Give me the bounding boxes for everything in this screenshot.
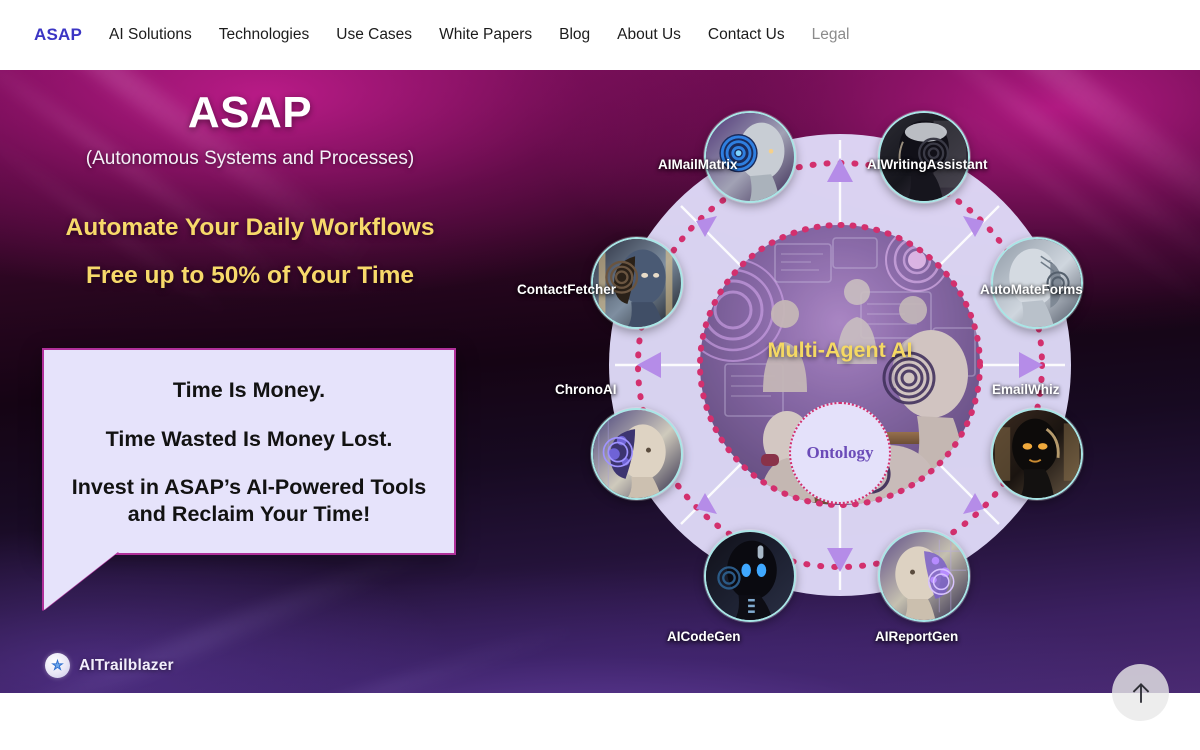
nav-item-technologies[interactable]: Technologies <box>219 26 309 44</box>
nav-item-white-papers[interactable]: White Papers <box>439 26 532 44</box>
trailblazer-star-icon <box>45 653 70 678</box>
agent-node-chronoai[interactable] <box>591 408 683 500</box>
nav-item-legal[interactable]: Legal <box>812 26 850 44</box>
ontology-label: Ontology <box>806 443 874 462</box>
agent-avatar-chronoai <box>593 410 681 498</box>
hero-tagline-1: Automate Your Daily Workflows <box>65 214 435 241</box>
agent-node-aicodegen[interactable] <box>704 530 796 622</box>
agent-label-automateforms: AutoMateForms <box>980 282 1083 297</box>
agent-avatar-aicodegen <box>706 532 794 620</box>
agent-label-chronoai: ChronoAI <box>555 382 617 397</box>
bubble-line-2: Time Wasted Is Money Lost. <box>105 426 393 451</box>
nav-item-contact-us[interactable]: Contact Us <box>708 26 785 44</box>
aitrailblazer-logo[interactable]: AITrailblazer <box>45 653 174 678</box>
bubble-line-3: Invest in ASAP’s AI-Powered Tools and Re… <box>71 474 427 527</box>
agent-label-aicodegen: AICodeGen <box>667 629 741 644</box>
bubble-line-1: Time Is Money. <box>172 378 326 402</box>
logo-text: AITrailblazer <box>79 656 174 674</box>
agent-avatar-emailwhiz <box>993 410 1081 498</box>
top-navbar: ASAP AI Solutions Technologies Use Cases… <box>0 0 1200 70</box>
hero-subtitle: (Autonomous Systems and Processes) <box>85 148 415 169</box>
hero-title: ASAP <box>187 88 313 137</box>
scroll-to-top-button[interactable] <box>1112 664 1169 721</box>
agent-label-contactfetcher: ContactFetcher <box>517 282 617 297</box>
agent-label-aiwritingassistant: AIWritingAssistant <box>867 157 988 172</box>
agent-avatar-aireportgen <box>880 532 968 620</box>
agent-label-aimailmatrix: AIMailMatrix <box>658 157 738 172</box>
nav-item-use-cases[interactable]: Use Cases <box>336 26 412 44</box>
nav-brand-asap[interactable]: ASAP <box>34 25 82 45</box>
multi-agent-diagram: AIMailMatrix AIWritingAssistant AutoMate… <box>517 80 1115 660</box>
nav-item-about-us[interactable]: About Us <box>617 26 681 44</box>
agent-label-aireportgen: AIReportGen <box>875 629 959 644</box>
nav-item-blog[interactable]: Blog <box>559 26 590 44</box>
agent-label-emailwhiz: EmailWhiz <box>992 382 1060 397</box>
diagram-center-title: Multi-Agent AI <box>767 338 913 362</box>
speech-bubble: Time Is Money. Time Wasted Is Money Lost… <box>42 348 456 610</box>
arrow-up-icon <box>1132 682 1149 703</box>
nav-item-ai-solutions[interactable]: AI Solutions <box>109 26 192 44</box>
diagram-rings-and-spokes <box>609 134 1071 596</box>
agent-node-aireportgen[interactable] <box>878 530 970 622</box>
hero-banner: ASAP (Autonomous Systems and Processes) … <box>0 70 1200 693</box>
hero-tagline-2: Free up to 50% of Your Time <box>85 262 415 289</box>
agent-node-emailwhiz[interactable] <box>991 408 1083 500</box>
diagram-ontology-circle: Ontology <box>789 402 891 504</box>
